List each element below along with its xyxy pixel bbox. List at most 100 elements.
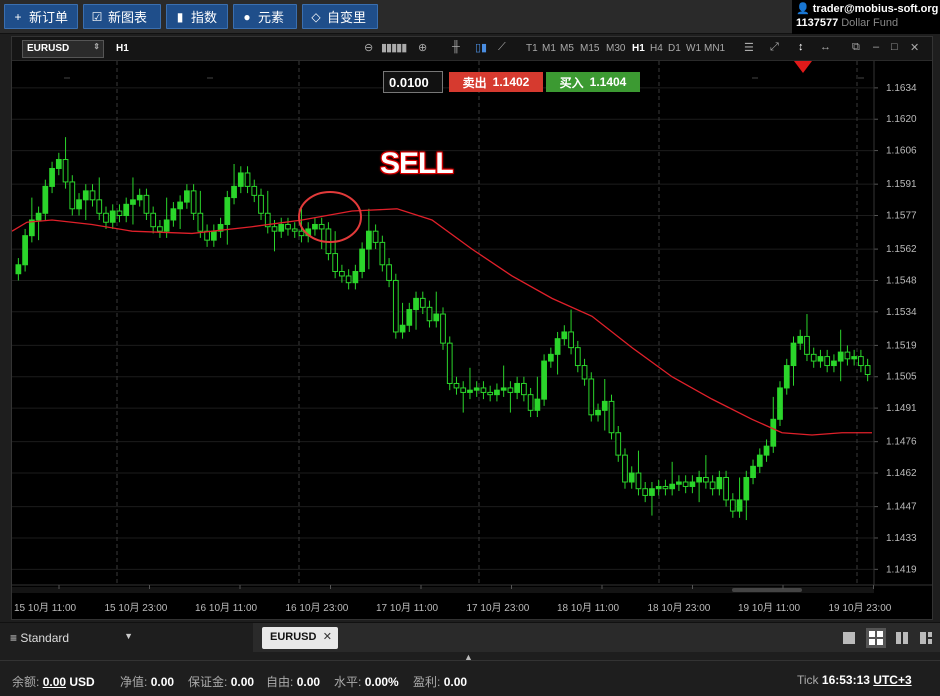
candle-body <box>413 297 419 311</box>
tab-eurusd[interactable]: EURUSD ✕ <box>262 627 338 649</box>
trading-app: + 新订单 ☑ 新图表 ▮ 指数 ● 元素 ◇ 自变里 👤 trader@mob… <box>0 0 940 696</box>
candle-body <box>547 353 554 362</box>
candle-body <box>157 226 163 232</box>
new-order-button[interactable]: + 新订单 <box>4 4 78 29</box>
chart-settings-icon[interactable]: ☰ <box>744 41 754 54</box>
sell-label: 卖出 <box>462 75 487 90</box>
price-tick-label: 1.1462 <box>886 468 917 479</box>
timezone-select[interactable]: UTC+3 <box>873 673 911 687</box>
buy-button[interactable]: 买入 1.1404 <box>546 72 640 92</box>
candle-body <box>365 230 372 250</box>
candle-body <box>298 230 305 237</box>
candle-body <box>676 481 682 485</box>
timeframe-mn1[interactable]: MN1 <box>704 43 725 54</box>
layout-select[interactable]: ≡ Standard ▼ <box>0 623 253 653</box>
bar-chart-type-icon[interactable]: ╫ <box>452 41 460 53</box>
maximize-icon[interactable]: □ <box>891 41 898 53</box>
candle-body <box>824 356 831 367</box>
timeframe-m30[interactable]: M30 <box>606 43 625 54</box>
timeframe-d1[interactable]: D1 <box>668 43 681 54</box>
chart-check-icon: ☑ <box>91 9 103 24</box>
candle-body <box>130 199 136 205</box>
shapes-icon: ● <box>243 9 251 24</box>
close-icon[interactable]: ✕ <box>910 41 919 54</box>
layout-grid-icon[interactable] <box>866 628 886 648</box>
zoom-out-icon[interactable]: ⊖ <box>364 41 373 54</box>
layout-value: Standard <box>20 631 70 645</box>
price-tick-label: 1.1433 <box>886 533 917 544</box>
equity: 净值: 0.00 <box>120 675 175 689</box>
candle-body <box>622 454 628 483</box>
account-panel[interactable]: 👤 trader@mobius-soft.org 1137577 Dollar F… <box>792 0 940 34</box>
timeframe-h4[interactable]: H4 <box>650 43 663 54</box>
candle-body <box>210 230 217 241</box>
buy-price: 1.1404 <box>589 75 627 89</box>
sell-price: 1.1402 <box>492 75 530 89</box>
layout-rows-icon[interactable] <box>919 631 933 645</box>
timeframe-h1[interactable]: H1 <box>632 43 645 54</box>
bar-chart-icon: ▮ <box>176 9 184 24</box>
minimize-icon[interactable]: – <box>873 41 879 53</box>
timeframe-m15[interactable]: M15 <box>580 43 599 54</box>
layout-single-icon[interactable] <box>842 631 856 645</box>
menu-icon: ≡ <box>10 631 18 645</box>
vertical-scroll-icon[interactable]: ↕ <box>798 41 804 53</box>
candle-body <box>379 241 386 266</box>
candle-body <box>392 279 399 333</box>
auto-scale-icon[interactable]: ⤢ <box>770 41 779 54</box>
candle-body <box>554 338 561 355</box>
zoom-slider[interactable]: ▮▮▮▮▮ <box>381 41 407 54</box>
candle-body <box>163 219 170 232</box>
line-chart-type-icon[interactable]: ⟋ <box>498 41 506 54</box>
candle-body <box>635 472 642 490</box>
zoom-in-icon[interactable]: ⊕ <box>418 41 427 54</box>
diamond-icon: ◇ <box>311 9 321 24</box>
time-tick-label: 17 10月 23:00 <box>467 602 530 614</box>
indicators-label: 指数 <box>191 10 218 25</box>
price-tick-label: 1.1505 <box>886 372 917 383</box>
popout-icon[interactable]: ⧉ <box>852 41 860 54</box>
candle-body <box>49 167 55 187</box>
candle-body <box>237 172 244 187</box>
candle-body <box>352 270 359 284</box>
candle-body <box>777 387 783 420</box>
timeframe-m1[interactable]: M1 <box>542 43 556 54</box>
status-bar: 余额: 0.00 USD 净值: 0.00 保证金: 0.00 自由: 0.00… <box>0 660 940 696</box>
candle-body <box>521 382 527 396</box>
price-tick-label: 1.1447 <box>886 502 917 513</box>
candle-body <box>804 335 810 355</box>
buy-label: 买入 <box>559 75 584 90</box>
candle-body <box>467 389 473 393</box>
close-tab-icon[interactable]: ✕ <box>323 630 332 643</box>
new-chart-button[interactable]: ☑ 新图表 <box>83 4 161 29</box>
sell-button[interactable]: 卖出 1.1402 <box>449 72 543 92</box>
candle-body <box>453 382 460 389</box>
candle-body <box>709 481 716 490</box>
candle-body <box>22 235 28 266</box>
candle-body <box>251 185 258 196</box>
symbol-select[interactable]: EURUSD ⇕ <box>22 40 104 58</box>
candle-body <box>595 409 601 416</box>
candle-body <box>359 248 365 272</box>
candle-body <box>96 199 103 214</box>
elements-button[interactable]: ● 元素 <box>233 4 297 29</box>
lot-size-input[interactable]: 0.0100 <box>383 71 443 93</box>
server-time: Tick 16:53:13 UTC+3 <box>797 673 912 687</box>
sell-annotation: SELL <box>380 147 454 180</box>
variables-button[interactable]: ◇ 自变里 <box>302 4 378 29</box>
candle-body <box>628 472 635 483</box>
candle-body <box>561 331 568 340</box>
candlestick-type-icon[interactable]: ▯▮ <box>475 41 487 54</box>
candle-body <box>224 197 231 225</box>
candle-body <box>756 454 763 467</box>
layout-columns-icon[interactable] <box>895 631 909 645</box>
margin-level: 水平: 0.00% <box>334 675 399 689</box>
indicators-button[interactable]: ▮ 指数 <box>166 4 228 29</box>
timeframe-m5[interactable]: M5 <box>560 43 574 54</box>
timeframe-t1[interactable]: T1 <box>526 43 538 54</box>
price-chart[interactable]: 1.1634 1.1620 1.1606 1.1591 1.1577 1.1562 1.15… <box>12 61 932 619</box>
horizontal-scroll-icon[interactable]: ↔ <box>820 41 831 53</box>
candle-body <box>851 356 858 360</box>
time-tick-label: 17 10月 11:00 <box>376 602 439 614</box>
timeframe-w1[interactable]: W1 <box>686 43 701 54</box>
